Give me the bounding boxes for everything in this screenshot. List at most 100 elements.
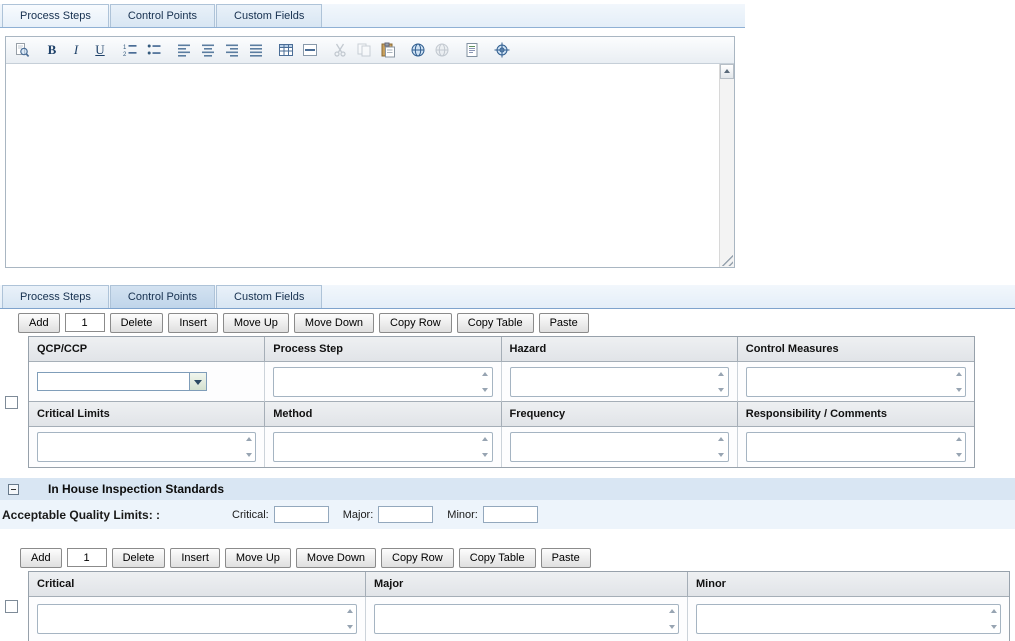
textarea-scrollbar[interactable] [715, 368, 728, 396]
scroll-down-icon[interactable] [956, 388, 962, 395]
add-count-input[interactable] [67, 548, 107, 567]
bullet-list-icon[interactable] [143, 40, 165, 60]
add-button[interactable]: Add [20, 548, 62, 568]
critical-textarea[interactable] [37, 604, 357, 634]
delete-button[interactable]: Delete [112, 548, 166, 568]
align-justify-icon[interactable] [245, 40, 267, 60]
move-down-button[interactable]: Move Down [294, 313, 374, 333]
scroll-up-icon[interactable] [482, 434, 488, 441]
scroll-up-icon[interactable] [482, 369, 488, 376]
scroll-up-icon[interactable] [246, 434, 252, 441]
method-textarea[interactable] [273, 432, 492, 462]
tab-process-steps[interactable]: Process Steps [2, 4, 109, 27]
bold-icon[interactable]: B [41, 40, 63, 60]
remove-link-icon[interactable] [431, 40, 453, 60]
process-step-textarea[interactable] [273, 367, 492, 397]
critical-limits-textarea[interactable] [37, 432, 256, 462]
tab-custom-fields[interactable]: Custom Fields [216, 285, 322, 308]
row-select-checkbox[interactable] [5, 600, 18, 613]
major-input[interactable] [378, 506, 433, 523]
insert-link-icon[interactable] [407, 40, 429, 60]
scroll-up-icon[interactable] [718, 434, 724, 441]
scroll-down-icon[interactable] [718, 453, 724, 460]
editor-content-area[interactable] [6, 64, 734, 267]
textarea-scrollbar[interactable] [952, 368, 965, 396]
textarea-scrollbar[interactable] [952, 433, 965, 461]
italic-icon[interactable]: I [65, 40, 87, 60]
qcp-ccp-select[interactable] [37, 372, 207, 391]
svg-text:2: 2 [123, 52, 127, 58]
add-button[interactable]: Add [18, 313, 60, 333]
textarea-scrollbar[interactable] [479, 433, 492, 461]
insert-table-icon[interactable] [275, 40, 297, 60]
copy-row-button[interactable]: Copy Row [379, 313, 452, 333]
add-count-input[interactable] [65, 313, 105, 332]
insert-button[interactable]: Insert [168, 313, 218, 333]
textarea-scrollbar[interactable] [715, 433, 728, 461]
textarea-scrollbar[interactable] [242, 433, 255, 461]
scroll-down-icon[interactable] [482, 388, 488, 395]
source-document-icon[interactable] [461, 40, 483, 60]
move-down-button[interactable]: Move Down [296, 548, 376, 568]
move-up-button[interactable]: Move Up [223, 313, 289, 333]
align-left-icon[interactable] [173, 40, 195, 60]
insert-button[interactable]: Insert [170, 548, 220, 568]
minor-input[interactable] [483, 506, 538, 523]
major-textarea[interactable] [374, 604, 679, 634]
scroll-down-icon[interactable] [246, 453, 252, 460]
tab-custom-fields[interactable]: Custom Fields [216, 4, 322, 27]
collapse-section-icon[interactable] [8, 484, 19, 495]
hazard-textarea[interactable] [510, 367, 729, 397]
copy-row-button[interactable]: Copy Row [381, 548, 454, 568]
scroll-down-icon[interactable] [991, 625, 997, 632]
scroll-up-icon[interactable] [669, 606, 675, 613]
scroll-up-icon[interactable] [991, 606, 997, 613]
paste-icon[interactable] [377, 40, 399, 60]
scroll-up-icon[interactable] [956, 369, 962, 376]
textarea-scrollbar[interactable] [479, 368, 492, 396]
underline-icon[interactable]: U [89, 40, 111, 60]
cut-icon[interactable] [329, 40, 351, 60]
select-dropdown-button[interactable] [189, 373, 206, 390]
header-row: Critical Major Minor [29, 572, 1009, 597]
align-right-icon[interactable] [221, 40, 243, 60]
tab-control-points[interactable]: Control Points [110, 4, 215, 27]
copy-table-button[interactable]: Copy Table [457, 313, 534, 333]
row-select-checkbox[interactable] [5, 396, 18, 409]
fullscreen-icon[interactable] [491, 40, 513, 60]
minor-textarea[interactable] [696, 604, 1001, 634]
scroll-down-icon[interactable] [956, 453, 962, 460]
move-up-button[interactable]: Move Up [225, 548, 291, 568]
scroll-up-icon[interactable] [720, 64, 734, 79]
preview-icon[interactable] [11, 40, 33, 60]
paste-button[interactable]: Paste [541, 548, 591, 568]
tab-control-points[interactable]: Control Points [110, 285, 215, 308]
toolbar-separator [166, 50, 172, 51]
editor-scrollbar[interactable] [719, 64, 734, 267]
control-measures-textarea[interactable] [746, 367, 966, 397]
delete-button[interactable]: Delete [110, 313, 164, 333]
paste-button[interactable]: Paste [539, 313, 589, 333]
scroll-down-icon[interactable] [718, 388, 724, 395]
col-header-qcp-ccp: QCP/CCP [29, 337, 265, 362]
scroll-up-icon[interactable] [347, 606, 353, 613]
scroll-up-icon[interactable] [956, 434, 962, 441]
tab-process-steps[interactable]: Process Steps [2, 285, 109, 308]
responsibility-comments-textarea[interactable] [746, 432, 966, 462]
scroll-down-icon[interactable] [669, 625, 675, 632]
scroll-down-icon[interactable] [482, 453, 488, 460]
qcp-ccp-cell [29, 362, 265, 402]
textarea-scrollbar[interactable] [665, 605, 678, 633]
copy-icon[interactable] [353, 40, 375, 60]
scroll-down-icon[interactable] [347, 625, 353, 632]
scroll-up-icon[interactable] [718, 369, 724, 376]
header-row-1: QCP/CCP Process Step Hazard Control Meas… [29, 337, 974, 362]
textarea-scrollbar[interactable] [343, 605, 356, 633]
align-center-icon[interactable] [197, 40, 219, 60]
copy-table-button[interactable]: Copy Table [459, 548, 536, 568]
horizontal-rule-icon[interactable] [299, 40, 321, 60]
textarea-scrollbar[interactable] [987, 605, 1000, 633]
ordered-list-icon[interactable]: 12 [119, 40, 141, 60]
critical-input[interactable] [274, 506, 329, 523]
frequency-textarea[interactable] [510, 432, 729, 462]
